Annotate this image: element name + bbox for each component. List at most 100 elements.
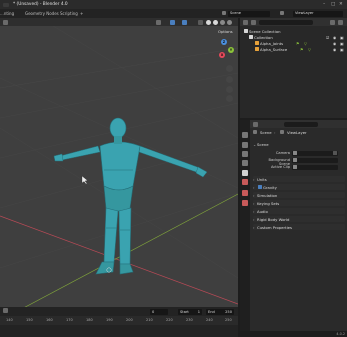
chevron-right-icon: › <box>253 184 255 190</box>
tick-label: 160 <box>46 317 53 322</box>
properties-search-input[interactable] <box>284 121 318 127</box>
view-layer-tab-icon[interactable] <box>242 160 248 166</box>
collection-tab-icon[interactable] <box>242 190 248 196</box>
audio-panel-header[interactable]: › Audio <box>253 208 345 214</box>
simulation-panel-header[interactable]: › Simulation <box>253 192 345 198</box>
camera-view-icon[interactable] <box>226 86 233 93</box>
tick-label: 200 <box>126 317 133 322</box>
eyedropper-icon[interactable] <box>333 151 337 155</box>
xray-toggle-icon[interactable] <box>198 19 203 25</box>
tab-geometry-nodes[interactable]: Geometry Nodes <box>25 11 59 16</box>
material-shading-icon[interactable] <box>220 19 225 25</box>
tick-label: 150 <box>26 317 33 322</box>
display-mode-icon[interactable] <box>251 19 256 25</box>
outliner[interactable]: Scene Collection Collection ☑ ◉ ▣ Alpha_… <box>240 18 347 118</box>
tick-label: 140 <box>6 317 13 322</box>
current-frame-field[interactable]: 0 <box>150 309 168 315</box>
outliner-row-alpha-surface[interactable]: Alpha_Surface ⚑ ▽ ◉ ▣ <box>240 46 347 52</box>
tab-texture-painting[interactable]: ...nting <box>0 11 14 16</box>
tick-label: 170 <box>66 317 73 322</box>
start-frame-field[interactable]: Start 1 <box>178 309 202 315</box>
options-dropdown[interactable]: Options <box>218 29 233 34</box>
gizmo-x-icon[interactable]: X <box>219 52 225 58</box>
tool-tab-icon[interactable] <box>242 132 248 138</box>
x-axis-line <box>0 215 238 305</box>
properties-editor-type-icon[interactable] <box>253 121 258 127</box>
editor-type-icon[interactable] <box>3 19 8 25</box>
workspace-bar: ...nting Geometry Nodes Scripting + Scen… <box>0 9 347 18</box>
camera-icon <box>293 151 297 155</box>
minimize-icon[interactable]: – <box>323 2 325 7</box>
camera-render-icon[interactable]: ▣ <box>340 47 344 52</box>
breadcrumb: Scene › ViewLayer <box>250 129 347 136</box>
mesh-object-icon <box>255 47 259 51</box>
gravity-checkbox[interactable] <box>258 185 262 189</box>
scene-panel-header[interactable]: ⌄ Scene <box>253 141 345 147</box>
gizmo-toggle-icon[interactable] <box>170 19 175 25</box>
viewport-scene[interactable] <box>0 18 238 313</box>
tick-label: 250 <box>225 317 232 322</box>
status-bar: 4.0.2 <box>240 331 347 337</box>
perspective-toggle-icon[interactable] <box>226 95 233 102</box>
outliner-search-input[interactable] <box>259 19 313 25</box>
chevron-right-icon: › <box>253 200 255 206</box>
chevron-right-icon: › <box>253 176 255 182</box>
character-model[interactable] <box>53 117 208 275</box>
properties-tab-bar <box>240 120 250 337</box>
tick-label: 230 <box>186 317 193 322</box>
texture-tab-icon[interactable] <box>242 200 248 206</box>
new-collection-icon[interactable] <box>338 19 343 25</box>
add-workspace-button[interactable]: + <box>80 11 83 16</box>
properties-header <box>250 120 347 128</box>
timeline-ruler[interactable]: 140 150 160 170 180 190 200 210 220 230 … <box>0 316 238 325</box>
custom-properties-panel-header[interactable]: › Custom Properties <box>253 224 345 230</box>
eye-icon[interactable]: ◉ <box>333 47 336 52</box>
chevron-right-icon: › <box>253 216 255 222</box>
units-panel-header[interactable]: › Units <box>253 176 345 182</box>
3d-viewport[interactable]: Options Z Y X <box>0 18 238 313</box>
maximize-icon[interactable]: □ <box>331 2 335 7</box>
outliner-editor-type-icon[interactable] <box>243 19 248 25</box>
render-tab-icon[interactable] <box>242 142 248 148</box>
view-layer-icon <box>280 11 284 15</box>
output-tab-icon[interactable] <box>242 151 248 157</box>
chevron-right-icon: › <box>253 208 255 214</box>
view-layer-icon <box>280 130 284 134</box>
movie-clip-icon <box>293 165 297 169</box>
viewport-header <box>0 18 238 26</box>
blender-logo-icon <box>3 2 9 7</box>
background-scene-field[interactable] <box>292 157 338 163</box>
filter-icon[interactable] <box>330 19 335 25</box>
pan-hand-icon[interactable] <box>226 76 233 83</box>
collection-icon <box>244 29 248 33</box>
active-clip-field[interactable] <box>292 164 338 170</box>
camera-field[interactable] <box>292 150 338 156</box>
overlay-toggle-icon[interactable] <box>182 19 187 25</box>
tab-scripting[interactable]: Scripting <box>60 11 78 16</box>
view-layer-selector[interactable]: ViewLayer <box>293 10 343 17</box>
gizmo-y-icon[interactable]: Y <box>228 47 234 53</box>
timeline-editor-type-icon[interactable] <box>3 308 8 313</box>
scene-icon <box>222 11 226 15</box>
scene-tab-icon[interactable] <box>242 170 248 176</box>
keying-sets-panel-header[interactable]: › Keying Sets <box>253 200 345 206</box>
wireframe-shading-icon[interactable] <box>206 19 211 25</box>
scene-selector[interactable]: Scene <box>228 10 270 17</box>
end-frame-field[interactable]: End 250 <box>206 309 234 315</box>
mesh-data-icon: ▽ <box>308 46 311 52</box>
solid-shading-icon[interactable] <box>213 19 218 25</box>
world-tab-icon[interactable] <box>242 179 248 185</box>
zoom-icon[interactable] <box>226 65 233 72</box>
tick-label: 180 <box>86 317 93 322</box>
properties-editor[interactable]: Scene › ViewLayer ⌄ Scene Camera Backgro… <box>240 120 347 337</box>
rigid-body-world-panel-header[interactable]: › Rigid Body World <box>253 216 345 222</box>
chevron-right-icon: › <box>253 224 255 230</box>
rendered-shading-icon[interactable] <box>227 19 232 25</box>
gravity-panel-header[interactable]: › Gravity <box>253 184 345 190</box>
gizmo-z-icon[interactable]: Z <box>221 39 227 45</box>
chevron-down-icon: ⌄ <box>253 141 257 147</box>
view-object-types-icon[interactable] <box>156 19 161 25</box>
close-icon[interactable]: ✕ <box>339 2 343 7</box>
timeline-editor[interactable]: 0 Start 1 End 250 140 150 160 170 180 19… <box>0 307 238 337</box>
mouse-pointer-icon <box>81 175 88 185</box>
